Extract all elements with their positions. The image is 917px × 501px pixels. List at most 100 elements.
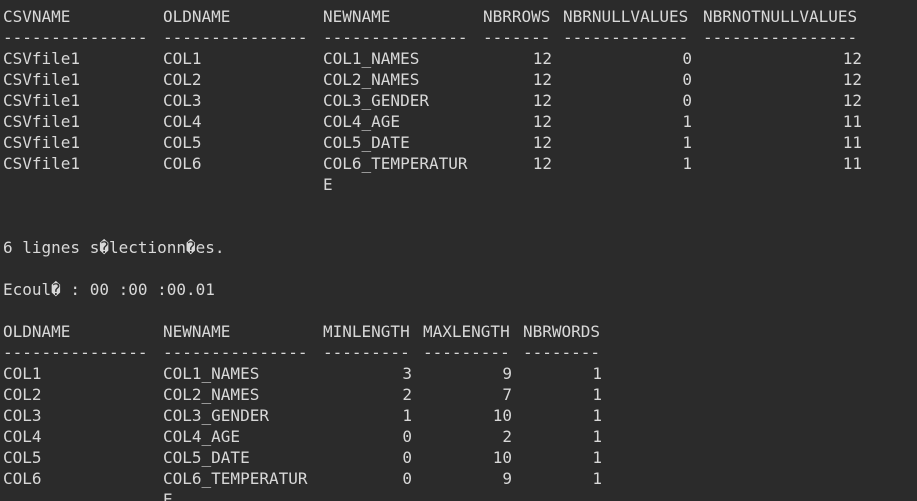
nbrwords-cell: 1	[592, 406, 602, 425]
table2-separator: ---------------	[3, 343, 148, 362]
table2-header-newname: NEWNAME	[163, 322, 231, 341]
newname-cell: COL5_DATE	[163, 448, 250, 467]
table1-separator: ----------------	[703, 28, 858, 47]
table-row: COL5 COL5_DATE 0 10 1	[3, 447, 602, 468]
table-row: CSVfile1 COL1 COL1_NAMES 12 0 12	[3, 48, 862, 69]
newname-cell: COL4_AGE	[163, 427, 241, 446]
nbrwords-cell: 1	[592, 448, 602, 467]
newname-wrap-cell: E	[323, 175, 333, 194]
table2-header-minlength: MINLENGTH	[323, 322, 410, 341]
nbrnotnullvalues-cell: 11	[842, 133, 862, 152]
table2-header-nbrwords: NBRWORDS	[523, 322, 601, 341]
nbrnullvalues-cell: 1	[682, 154, 692, 173]
nbrnullvalues-cell: 0	[682, 70, 692, 89]
table-row: CSVfile1 COL3 COL3_GENDER 12 0 12	[3, 90, 862, 111]
csvname-cell: CSVfile1	[3, 133, 81, 152]
newname-cell: COL2_NAMES	[163, 385, 260, 404]
oldname-cell: COL2	[163, 70, 202, 89]
oldname-cell: COL5	[3, 448, 42, 467]
minlength-cell: 0	[402, 469, 412, 488]
nbrrows-cell: 12	[532, 70, 552, 89]
oldname-cell: COL5	[163, 133, 202, 152]
table1-header-nbrrows: NBRROWS	[483, 7, 551, 26]
csvname-cell: CSVfile1	[3, 70, 81, 89]
table-row: COL3 COL3_GENDER 1 10 1	[3, 405, 602, 426]
nbrnotnullvalues-cell: 12	[842, 49, 862, 68]
nbrnotnullvalues-cell: 12	[842, 70, 862, 89]
csvname-cell: CSVfile1	[3, 91, 81, 110]
maxlength-cell: 2	[502, 427, 512, 446]
nbrnullvalues-cell: 1	[682, 133, 692, 152]
table-row: COL4 COL4_AGE 0 2 1	[3, 426, 602, 447]
nbrnullvalues-cell: 0	[682, 49, 692, 68]
csvname-cell: CSVfile1	[3, 49, 81, 68]
table1-header-nbrnotnullvalues: NBRNOTNULLVALUES	[703, 7, 858, 26]
table-row: CSVfile1 COL6 COL6_TEMPERATUR 12 1 11	[3, 153, 862, 174]
nbrrows-cell: 12	[532, 154, 552, 173]
maxlength-cell: 10	[492, 406, 512, 425]
nbrnotnullvalues-cell: 12	[842, 91, 862, 110]
table-row-wrap: E	[3, 174, 333, 195]
newname-cell: COL3_GENDER	[323, 91, 429, 110]
newname-cell: COL6_TEMPERATUR	[323, 154, 468, 173]
table1-header-row: CSVNAME OLDNAME NEWNAME NBRROWS NBRNULLV…	[3, 6, 857, 27]
newname-cell: COL2_NAMES	[323, 70, 420, 89]
minlength-cell: 1	[402, 406, 412, 425]
nbrnullvalues-cell: 0	[682, 91, 692, 110]
table-row: CSVfile1 COL4 COL4_AGE 12 1 11	[3, 111, 862, 132]
nbrwords-cell: 1	[592, 385, 602, 404]
csvname-cell: CSVfile1	[3, 154, 81, 173]
table1-separator: -------	[483, 28, 551, 47]
table-row: COL6 COL6_TEMPERATUR 0 9 1	[3, 468, 602, 489]
newname-cell: COL5_DATE	[323, 133, 410, 152]
nbrwords-cell: 1	[592, 364, 602, 383]
oldname-cell: COL4	[163, 112, 202, 131]
table2-separator: --------	[523, 343, 601, 362]
rows-selected-message: 6 lignes s�lectionn�es.	[3, 238, 225, 257]
newname-cell: COL4_AGE	[323, 112, 401, 131]
table-row-wrap: E	[3, 489, 173, 501]
nbrnotnullvalues-cell: 11	[842, 112, 862, 131]
oldname-cell: COL3	[3, 406, 42, 425]
oldname-cell: COL1	[3, 364, 42, 383]
table1-header-nbrnullvalues: NBRNULLVALUES	[563, 7, 689, 26]
oldname-cell: COL6	[163, 154, 202, 173]
table-row: COL1 COL1_NAMES 3 9 1	[3, 363, 602, 384]
table-row: CSVfile1 COL5 COL5_DATE 12 1 11	[3, 132, 862, 153]
newname-cell: COL1_NAMES	[163, 364, 260, 383]
newname-cell: COL6_TEMPERATUR	[163, 469, 308, 488]
terminal-window[interactable]: CSVNAME OLDNAME NEWNAME NBRROWS NBRNULLV…	[0, 0, 917, 501]
table1-separator-row: --------------- --------------- --------…	[3, 27, 857, 48]
nbrrows-cell: 12	[532, 49, 552, 68]
oldname-cell: COL6	[3, 469, 42, 488]
nbrwords-cell: 1	[592, 469, 602, 488]
oldname-cell: COL3	[163, 91, 202, 110]
elapsed-time-message: Ecoul� : 00 :00 :00.01	[3, 280, 215, 299]
nbrrows-cell: 12	[532, 133, 552, 152]
table2-header-oldname: OLDNAME	[3, 322, 71, 341]
table2-header-row: OLDNAME NEWNAME MINLENGTH MAXLENGTH NBRW…	[3, 321, 600, 342]
nbrrows-cell: 12	[532, 91, 552, 110]
table1-separator: ---------------	[163, 28, 308, 47]
maxlength-cell: 10	[492, 448, 512, 467]
nbrrows-cell: 12	[532, 112, 552, 131]
table2-separator: ---------------	[163, 343, 308, 362]
table2-separator-row: --------------- --------------- --------…	[3, 342, 600, 363]
maxlength-cell: 7	[502, 385, 512, 404]
table-row: CSVfile1 COL2 COL2_NAMES 12 0 12	[3, 69, 862, 90]
maxlength-cell: 9	[502, 469, 512, 488]
table2-header-maxlength: MAXLENGTH	[423, 322, 510, 341]
table1-header-csvname: CSVNAME	[3, 7, 71, 26]
newname-cell: COL3_GENDER	[163, 406, 269, 425]
table2-separator: ---------	[423, 343, 510, 362]
nbrwords-cell: 1	[592, 427, 602, 446]
oldname-cell: COL1	[163, 49, 202, 68]
nbrnotnullvalues-cell: 11	[842, 154, 862, 173]
oldname-cell: COL4	[3, 427, 42, 446]
table1-separator: ---------------	[3, 28, 148, 47]
newname-wrap-cell: E	[163, 490, 173, 501]
table1-header-oldname: OLDNAME	[163, 7, 231, 26]
minlength-cell: 0	[402, 448, 412, 467]
minlength-cell: 0	[402, 427, 412, 446]
table1-separator: -------------	[563, 28, 689, 47]
